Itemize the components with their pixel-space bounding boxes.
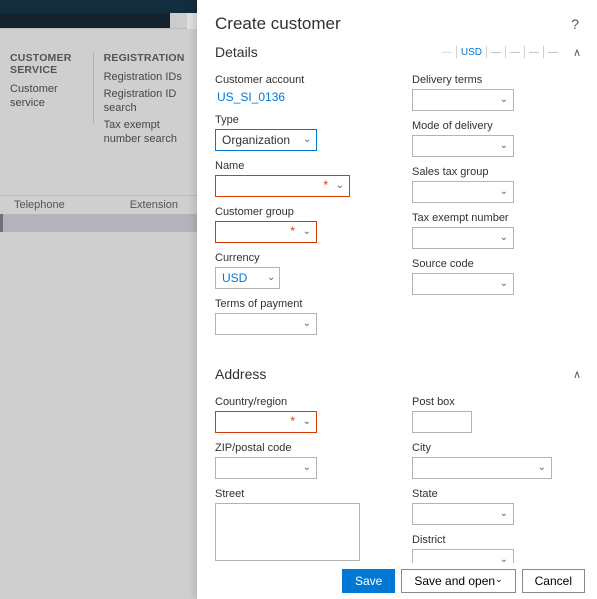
zip-select[interactable] xyxy=(215,457,317,479)
type-select[interactable]: Organization xyxy=(215,129,317,151)
cancel-button[interactable]: Cancel xyxy=(522,569,585,593)
panel-footer: Save Save and open Cancel xyxy=(197,563,597,599)
field-postbox: Post box xyxy=(412,396,587,433)
delivery-terms-select[interactable] xyxy=(412,89,514,111)
field-name: Name * ⌄ xyxy=(215,160,390,197)
panel-title: Create customer xyxy=(215,14,571,34)
field-customer-account: Customer account US_SI_0136 xyxy=(215,74,390,105)
section-details-chips: — USD — — — — xyxy=(438,46,561,58)
section-address: Address ∧ Country/region * ⌄ ZIP/postal … xyxy=(215,362,587,563)
currency-select[interactable]: USD xyxy=(215,267,280,289)
field-city: City ⌄ xyxy=(412,442,587,479)
street-textarea[interactable] xyxy=(215,503,360,561)
sales-tax-group-select[interactable] xyxy=(412,181,514,203)
section-details-title: Details xyxy=(215,44,438,60)
field-terms-payment: Terms of payment ⌄ xyxy=(215,298,390,335)
mode-delivery-select[interactable] xyxy=(412,135,514,157)
postbox-input[interactable] xyxy=(412,411,472,433)
save-button[interactable]: Save xyxy=(342,569,395,593)
field-currency: Currency USD ⌄ xyxy=(215,252,390,289)
field-sales-tax-group: Sales tax group ⌄ xyxy=(412,166,587,203)
panel-body[interactable]: Details — USD — — — — ∧ Customer account… xyxy=(197,40,597,563)
state-select[interactable] xyxy=(412,503,514,525)
create-customer-panel: Create customer ? Details — USD — — — — … xyxy=(197,0,597,599)
source-code-select[interactable] xyxy=(412,273,514,295)
district-select[interactable] xyxy=(412,549,514,563)
field-zip: ZIP/postal code ⌄ xyxy=(215,442,390,479)
section-details-toggle[interactable]: ∧ xyxy=(567,46,587,59)
field-district: District ⌄ xyxy=(412,534,587,563)
chip-usd: USD xyxy=(456,46,485,58)
section-address-title: Address xyxy=(215,366,567,382)
tax-exempt-select[interactable] xyxy=(412,227,514,249)
terms-payment-select[interactable] xyxy=(215,313,317,335)
field-source-code: Source code ⌄ xyxy=(412,258,587,295)
customer-account-value: US_SI_0136 xyxy=(215,89,390,105)
save-and-open-button[interactable]: Save and open xyxy=(401,569,515,593)
field-mode-delivery: Mode of delivery ⌄ xyxy=(412,120,587,157)
name-input[interactable] xyxy=(215,175,350,197)
city-select[interactable] xyxy=(412,457,552,479)
field-delivery-terms: Delivery terms ⌄ xyxy=(412,74,587,111)
section-details: Details — USD — — — — ∧ Customer account… xyxy=(215,40,587,344)
field-tax-exempt: Tax exempt number ⌄ xyxy=(412,212,587,249)
customer-group-input[interactable] xyxy=(215,221,317,243)
field-type: Type Organization ⌄ xyxy=(215,114,390,151)
help-icon[interactable]: ? xyxy=(571,16,579,32)
field-customer-group: Customer group * ⌄ xyxy=(215,206,390,243)
field-country: Country/region * ⌄ xyxy=(215,396,390,433)
country-input[interactable] xyxy=(215,411,317,433)
field-state: State ⌄ xyxy=(412,488,587,525)
section-address-toggle[interactable]: ∧ xyxy=(567,368,587,381)
field-street: Street xyxy=(215,488,390,563)
